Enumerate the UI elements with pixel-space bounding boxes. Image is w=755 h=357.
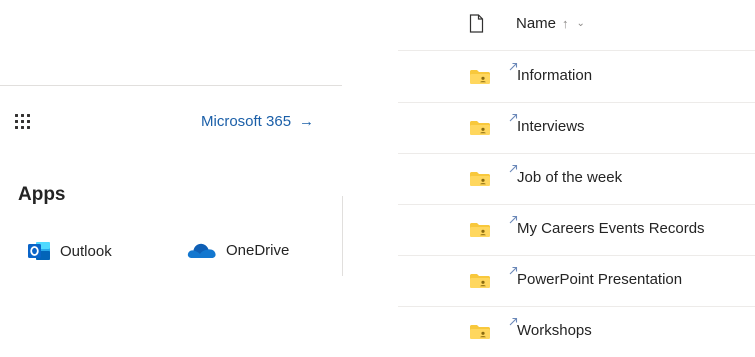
list-header: Name ↑ ⌄ (398, 0, 755, 51)
app-label: OneDrive (226, 241, 290, 259)
folder-name[interactable]: Interviews (517, 118, 585, 135)
folder-name[interactable]: PowerPoint Presentation (517, 271, 682, 288)
waffle-icon[interactable] (15, 114, 33, 130)
app-tile-outlook[interactable]: Outlook (27, 240, 112, 262)
file-type-icon[interactable] (469, 14, 484, 33)
app-tile-onedrive[interactable]: OneDrive (186, 240, 289, 260)
shared-folder-icon (470, 223, 490, 237)
shared-folder-icon (470, 325, 490, 339)
folder-row[interactable]: Interviews (398, 102, 755, 154)
folder-row[interactable]: Job of the week (398, 153, 755, 205)
name-column-header[interactable]: Name ↑ ⌄ (516, 15, 585, 32)
folder-row[interactable]: PowerPoint Presentation (398, 255, 755, 307)
folder-row[interactable]: My Careers Events Records (398, 204, 755, 256)
outlook-icon (28, 242, 50, 260)
shared-folder-icon (470, 121, 490, 135)
arrow-right-icon: → (299, 113, 315, 130)
chevron-down-icon: ⌄ (576, 18, 585, 29)
name-column-label: Name (516, 15, 557, 32)
sort-ascending-icon: ↑ (562, 16, 569, 31)
file-list: Name ↑ ⌄ Information Interviews Job of t… (398, 0, 755, 352)
app-launcher-panel: Microsoft 365 → Apps Outlook OneDrive (0, 0, 345, 352)
onedrive-icon (187, 243, 216, 258)
folder-row[interactable]: Workshops (398, 306, 755, 357)
shared-folder-icon (470, 70, 490, 84)
folder-name[interactable]: Job of the week (517, 169, 622, 186)
divider (342, 196, 343, 276)
folder-name[interactable]: Information (517, 67, 592, 84)
folder-row[interactable]: Information (398, 51, 755, 103)
folder-name[interactable]: My Careers Events Records (517, 220, 705, 237)
apps-heading: Apps (18, 184, 66, 205)
shared-folder-icon (470, 274, 490, 288)
microsoft-365-label: Microsoft 365 (201, 113, 292, 130)
divider (0, 85, 342, 86)
shared-folder-icon (470, 172, 490, 186)
folder-name[interactable]: Workshops (517, 322, 592, 339)
app-label: Outlook (60, 242, 112, 260)
microsoft-365-link[interactable]: Microsoft 365 → (201, 113, 314, 130)
